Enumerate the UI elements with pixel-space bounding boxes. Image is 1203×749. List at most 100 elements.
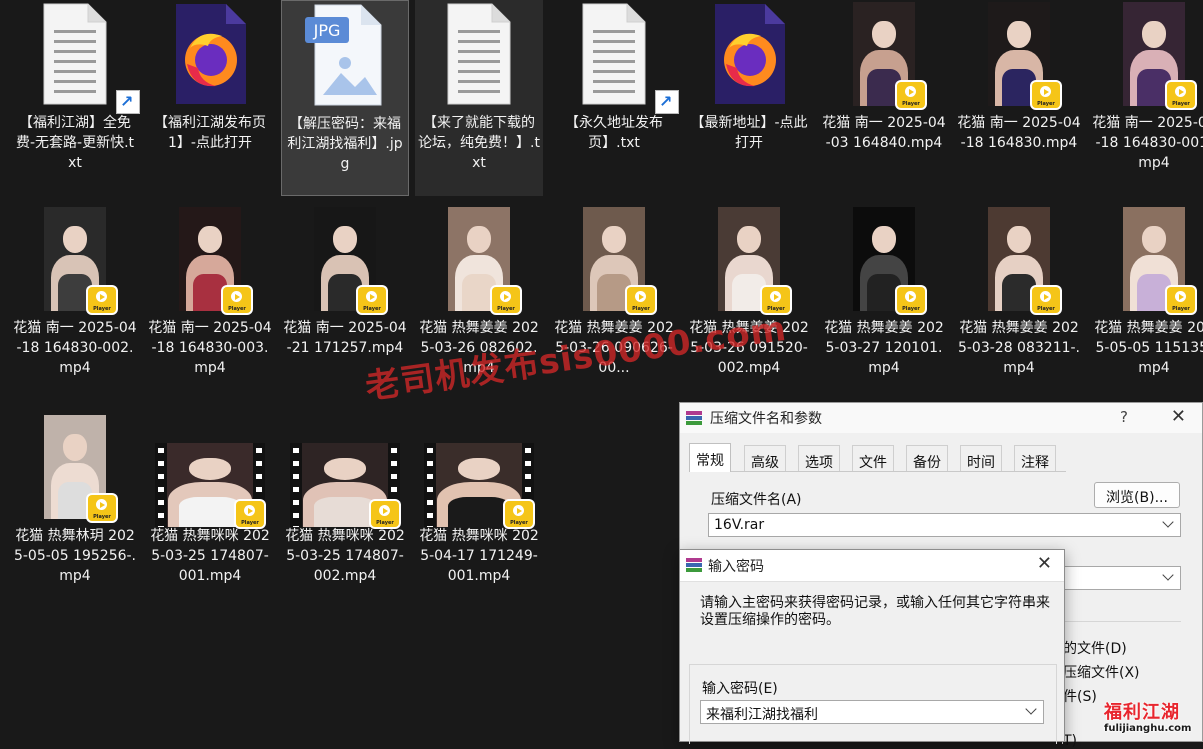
file-name-label: 花猫 热舞姜姜 2025-03-28 083211-.mp4 bbox=[957, 320, 1081, 376]
file-item[interactable]: Player 花猫 热舞咪咪 2025-04-17 171249-001.mp4 bbox=[415, 413, 543, 609]
password-dialog-close-button[interactable]: ✕ bbox=[1037, 553, 1052, 574]
file-item[interactable]: ↗ 【最新地址】-点此打开 bbox=[655, 0, 813, 196]
file-name-label: 花猫 南一 2025-04-03 164840.mp4 bbox=[822, 115, 946, 151]
file-name-label: 花猫 南一 2025-04-18 164830-002.mp4 bbox=[13, 320, 137, 376]
file-item[interactable]: Player 花猫 南一 2025-04-03 164840.mp4 bbox=[820, 0, 948, 196]
video-thumbnail: Player bbox=[1104, 2, 1203, 110]
file-item[interactable]: Player 花猫 热舞姜姜 2025-03-28 083211-.mp4 bbox=[955, 205, 1083, 401]
video-thumbnail: Player bbox=[564, 207, 664, 315]
file-item[interactable]: Player 花猫 热舞林玥 2025-05-05 195256-.mp4 bbox=[11, 413, 139, 609]
file-name-label: 花猫 热舞咪咪 2025-03-25 174807-002.mp4 bbox=[285, 528, 405, 584]
file-name-label: 花猫 南一 2025-04-18 164830-001.mp4 bbox=[1092, 115, 1203, 171]
video-thumbnail: Player bbox=[834, 207, 934, 315]
text-file-icon bbox=[564, 2, 664, 110]
password-dialog-title: 输入密码 bbox=[708, 559, 764, 575]
tab-time[interactable]: 时间 bbox=[960, 445, 1002, 471]
archive-dialog-close-button[interactable]: ✕ bbox=[1171, 406, 1186, 427]
password-value: 来福利江湖找福利 bbox=[706, 707, 818, 723]
file-name-label: 花猫 热舞咪咪 2025-04-17 171249-001.mp4 bbox=[419, 528, 539, 584]
option-sfx-archive-partial[interactable]: 压缩文件(X) bbox=[1063, 662, 1140, 682]
option-solid-partial[interactable]: 件(S) bbox=[1063, 686, 1097, 706]
player-badge-text: Player bbox=[1037, 101, 1055, 107]
archive-format-combo[interactable] bbox=[1060, 566, 1181, 590]
file-item[interactable]: Player 花猫 南一 2025-04-18 164830-001.mp4 bbox=[1090, 0, 1203, 196]
jpg-badge-text: JPG bbox=[313, 21, 341, 40]
password-field-label: 输入密码(E) bbox=[702, 681, 778, 697]
video-thumbnail: Player bbox=[290, 415, 400, 527]
logo-text: 福利江湖 bbox=[1104, 702, 1180, 723]
player-badge-text: Player bbox=[93, 514, 111, 520]
player-icon: Player bbox=[88, 495, 116, 521]
file-item[interactable]: ↗ 【福利江湖发布页1】-点此打开 bbox=[116, 0, 274, 196]
site-logo: 福利江湖 fulijianghu.com bbox=[1102, 694, 1202, 742]
file-name-label: 花猫 南一 2025-04-18 164830.mp4 bbox=[957, 115, 1081, 151]
archive-filename-label: 压缩文件名(A) bbox=[711, 492, 802, 508]
password-dialog: 输入密码 ✕ 请输入主密码来获得密码记录，或输入任何其它字符串来设置压缩操作的密… bbox=[679, 549, 1065, 744]
tab-options[interactable]: 选项 bbox=[798, 445, 840, 471]
image-file-icon: JPG bbox=[295, 3, 395, 111]
browse-button[interactable]: 浏览(B)... bbox=[1094, 482, 1180, 508]
video-thumbnail: Player bbox=[25, 415, 125, 523]
password-description: 请输入主密码来获得密码记录，或输入任何其它字符串来设置压缩操作的密码。 bbox=[700, 595, 1050, 628]
player-badge-text: Player bbox=[93, 306, 111, 312]
file-item[interactable]: Player 花猫 热舞姜姜 2025-03-26 091520-002.mp4 bbox=[685, 205, 813, 401]
player-icon: Player bbox=[1032, 82, 1060, 108]
file-item[interactable]: Player 花猫 热舞姜姜 2025-05-05 115135.mp4 bbox=[1090, 205, 1203, 401]
tab-files[interactable]: 文件 bbox=[852, 445, 894, 471]
player-icon: Player bbox=[897, 287, 925, 313]
player-badge-text: Player bbox=[1037, 306, 1055, 312]
archive-dialog-titlebar[interactable]: 压缩文件名和参数 ? ✕ bbox=[680, 403, 1202, 433]
video-thumbnail: Player bbox=[155, 415, 265, 527]
shortcut-arrow-icon: ↗ bbox=[116, 90, 140, 114]
file-name-label: 花猫 热舞咪咪 2025-03-25 174807-001.mp4 bbox=[150, 528, 270, 584]
file-item[interactable]: JPG 【解压密码：来福利江湖找福利】.jpg bbox=[281, 0, 409, 196]
file-item[interactable]: Player 花猫 南一 2025-04-18 164830.mp4 bbox=[955, 0, 1083, 196]
archive-filename-value: 16V.rar bbox=[714, 517, 765, 533]
firefox-icon: ↗ bbox=[116, 2, 260, 114]
player-badge-text: Player bbox=[902, 101, 920, 107]
player-icon: Player bbox=[492, 287, 520, 313]
archive-dialog-title: 压缩文件名和参数 bbox=[710, 411, 822, 427]
player-icon: Player bbox=[1032, 287, 1060, 313]
player-icon: Player bbox=[627, 287, 655, 313]
file-name-label: 【永久地址发布页】.txt bbox=[565, 115, 663, 151]
tab-backup[interactable]: 备份 bbox=[906, 445, 948, 471]
file-item[interactable]: Player 花猫 南一 2025-04-18 164830-002.mp4 bbox=[11, 205, 139, 401]
player-icon: Player bbox=[223, 287, 251, 313]
tab-general[interactable]: 常规 bbox=[689, 443, 731, 472]
file-item[interactable]: Player 花猫 热舞咪咪 2025-03-25 174807-001.mp4 bbox=[146, 413, 274, 609]
file-name-label: 【来了就能下载的论坛，纯免费！】.txt bbox=[418, 115, 540, 171]
player-badge-text: Player bbox=[632, 306, 650, 312]
file-name-label: 花猫 南一 2025-04-21 171257.mp4 bbox=[283, 320, 407, 356]
winrar-icon bbox=[686, 411, 702, 425]
player-icon: Player bbox=[371, 501, 399, 527]
password-combo[interactable]: 来福利江湖找福利 bbox=[700, 700, 1044, 724]
player-badge-text: Player bbox=[497, 306, 515, 312]
help-button[interactable]: ? bbox=[1120, 408, 1128, 426]
file-item[interactable]: Player 花猫 南一 2025-04-18 164830-003.mp4 bbox=[146, 205, 274, 401]
player-badge-text: Player bbox=[1172, 101, 1190, 107]
tab-comment[interactable]: 注释 bbox=[1014, 445, 1056, 471]
archive-dialog-tabs: 常规 高级 选项 文件 备份 时间 注释 bbox=[689, 443, 1066, 472]
chevron-down-icon bbox=[1162, 516, 1174, 528]
file-name-label: 【解压密码：来福利江湖找福利】.jpg bbox=[287, 116, 403, 172]
file-item[interactable]: Player 花猫 热舞姜姜 2025-03-27 120101.mp4 bbox=[820, 205, 948, 401]
video-thumbnail: Player bbox=[160, 207, 260, 315]
option-delete-files-partial[interactable]: 的文件(D) bbox=[1063, 638, 1127, 658]
file-item[interactable]: Player 花猫 热舞咪咪 2025-03-25 174807-002.mp4 bbox=[281, 413, 409, 609]
option-partial-4[interactable]: T) bbox=[1063, 733, 1077, 749]
player-badge-text: Player bbox=[228, 306, 246, 312]
chevron-down-icon bbox=[1025, 703, 1037, 715]
player-icon: Player bbox=[897, 82, 925, 108]
password-dialog-titlebar[interactable]: 输入密码 ✕ bbox=[680, 550, 1064, 582]
video-thumbnail: Player bbox=[1104, 207, 1203, 315]
file-name-label: 【福利江湖发布页1】-点此打开 bbox=[154, 115, 266, 151]
file-name-label: 花猫 热舞林玥 2025-05-05 195256-.mp4 bbox=[13, 528, 137, 584]
archive-filename-combo[interactable]: 16V.rar bbox=[708, 513, 1181, 537]
text-file-icon bbox=[429, 2, 529, 110]
tab-advanced[interactable]: 高级 bbox=[744, 445, 786, 471]
file-item[interactable]: 【来了就能下载的论坛，纯免费！】.txt bbox=[415, 0, 543, 196]
logo-site: fulijianghu.com bbox=[1104, 723, 1192, 734]
player-icon: Player bbox=[358, 287, 386, 313]
file-name-label: 花猫 热舞姜姜 2025-05-05 115135.mp4 bbox=[1094, 320, 1203, 376]
